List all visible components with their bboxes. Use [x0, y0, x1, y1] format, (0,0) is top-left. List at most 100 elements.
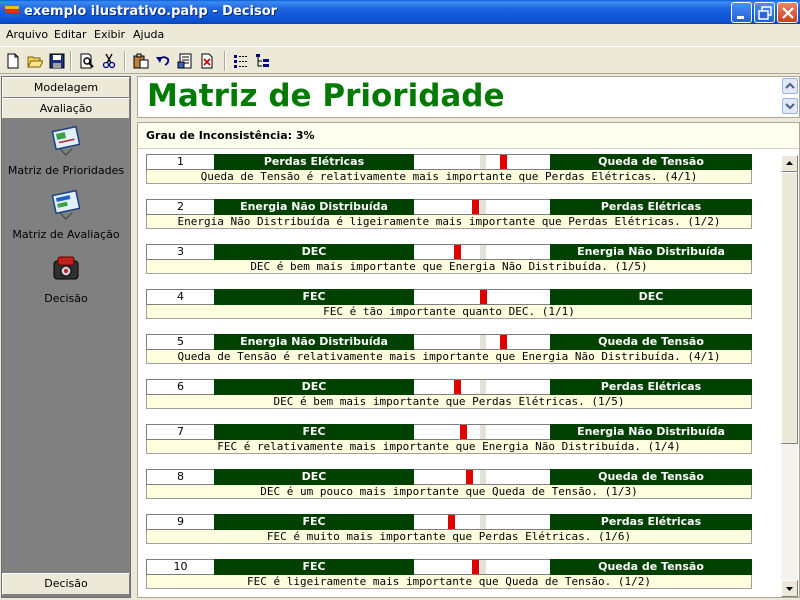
app-window: exemplo ilustrativo.pahp - Decisor Arqui…	[0, 0, 800, 600]
importance-scale-slider[interactable]	[414, 289, 550, 305]
comparison-header: 7 FEC Energia Não Distribuída	[146, 424, 752, 440]
arrow-down-icon	[786, 587, 793, 591]
comparison-description: FEC é muito mais importante que Perdas E…	[146, 530, 752, 544]
menu-arquivo[interactable]: Arquivo	[6, 28, 48, 41]
importance-scale-slider[interactable]	[414, 559, 550, 575]
scale-center-mark	[480, 155, 486, 169]
restore-button[interactable]	[754, 2, 775, 23]
title-bar[interactable]: exemplo ilustrativo.pahp - Decisor	[0, 0, 800, 24]
comparison-row: 9 FEC Perdas Elétricas FEC é muito mais imp…	[146, 514, 752, 544]
app-logo-icon	[5, 6, 19, 17]
importance-scale-slider[interactable]	[414, 154, 550, 170]
tree-view-icon	[256, 54, 269, 67]
scale-marker-handle[interactable]	[500, 155, 507, 169]
priority-matrix-panel: Grau de Inconsistência: 3% 1 Perdas Elétr…	[137, 122, 800, 598]
comparison-header: 8 DEC Queda de Tensão	[146, 469, 752, 485]
importance-scale-slider[interactable]	[414, 379, 550, 395]
scroll-down-button[interactable]	[781, 580, 798, 597]
comparison-description: Energia Não Distribuída é ligeiramente m…	[146, 215, 752, 229]
comparison-header: 2 Energia Não Distribuída Perdas Elétricas	[146, 199, 752, 215]
comparison-row: 1 Perdas Elétricas Queda de Tensão Queda de…	[146, 154, 752, 184]
importance-scale-slider[interactable]	[414, 514, 550, 530]
undo-button[interactable]	[152, 50, 174, 72]
scale-marker-handle[interactable]	[472, 200, 479, 214]
importance-scale-slider[interactable]	[414, 244, 550, 260]
comparison-description: FEC é relativamente mais importante que …	[146, 440, 752, 454]
minimize-button[interactable]	[731, 2, 752, 23]
criterion-left: Energia Não Distribuída	[214, 334, 414, 350]
delete-button[interactable]	[196, 50, 218, 72]
importance-scale-slider[interactable]	[414, 334, 550, 350]
comparison-header: 9 FEC Perdas Elétricas	[146, 514, 752, 530]
scale-marker-handle[interactable]	[466, 470, 473, 484]
properties-icon	[177, 53, 192, 69]
menu-exibir[interactable]: Exibir	[94, 28, 125, 41]
list-view-button[interactable]	[230, 50, 252, 72]
comparison-row: 8 DEC Queda de Tensão DEC é um pouco mais i…	[146, 469, 752, 499]
comparison-number: 2	[146, 199, 214, 215]
criterion-right: DEC	[550, 289, 752, 305]
tab-decisao[interactable]: Decisão	[2, 573, 130, 595]
tab-modelagem[interactable]: Modelagem	[2, 77, 130, 98]
criterion-left: DEC	[214, 469, 414, 485]
scale-marker-handle[interactable]	[448, 515, 455, 529]
criterion-left: FEC	[214, 424, 414, 440]
arrow-up-icon	[786, 161, 793, 165]
matrix-chart-icon	[51, 125, 81, 156]
menu-bar: Arquivo Editar Exibir Ajuda	[0, 24, 800, 44]
toolbar	[0, 46, 800, 74]
toolbar-separator	[224, 51, 226, 71]
criterion-left: DEC	[214, 379, 414, 395]
new-file-button[interactable]	[2, 50, 24, 72]
chevron-up-icon	[785, 82, 795, 89]
cut-button[interactable]	[98, 50, 120, 72]
scale-marker-handle[interactable]	[500, 335, 507, 349]
vertical-scrollbar[interactable]	[781, 155, 798, 597]
list-view-icon	[234, 55, 248, 68]
comparison-number: 10	[146, 559, 214, 575]
menu-ajuda[interactable]: Ajuda	[133, 28, 164, 41]
comparison-number: 1	[146, 154, 214, 170]
sidebar-item-label: Matriz de Avaliação	[12, 228, 120, 241]
scroll-thumb[interactable]	[781, 172, 798, 444]
scroll-up-button[interactable]	[781, 155, 798, 172]
criterion-left: DEC	[214, 244, 414, 260]
window-title: exemplo ilustrativo.pahp - Decisor	[24, 4, 278, 19]
delete-icon	[201, 53, 213, 69]
scale-marker-handle[interactable]	[454, 245, 461, 259]
importance-scale-slider[interactable]	[414, 469, 550, 485]
comparison-row: 7 FEC Energia Não Distribuída FEC é relativ…	[146, 424, 752, 454]
evaluation-matrix-icon	[51, 189, 81, 220]
scale-marker-handle[interactable]	[460, 425, 467, 439]
comparison-header: 10 FEC Queda de Tensão	[146, 559, 752, 575]
tab-avaliacao[interactable]: Avaliação	[2, 98, 130, 119]
close-button[interactable]	[777, 2, 798, 23]
scale-center-mark	[480, 425, 486, 439]
scale-marker-handle[interactable]	[454, 380, 461, 394]
criterion-left: FEC	[214, 289, 414, 305]
print-preview-button[interactable]	[76, 50, 98, 72]
scale-marker-handle[interactable]	[480, 290, 487, 304]
tree-view-button[interactable]	[252, 50, 274, 72]
inconsistency-bar: Grau de Inconsistência: 3%	[138, 123, 799, 149]
toolbar-separator	[70, 51, 72, 71]
properties-button[interactable]	[174, 50, 196, 72]
comparison-number: 8	[146, 469, 214, 485]
paste-button[interactable]	[130, 50, 152, 72]
criterion-left: FEC	[214, 559, 414, 575]
scale-center-mark	[480, 470, 486, 484]
save-button[interactable]	[46, 50, 68, 72]
open-button[interactable]	[24, 50, 46, 72]
importance-scale-slider[interactable]	[414, 424, 550, 440]
header-scroll-up-button[interactable]	[782, 78, 798, 94]
menu-editar[interactable]: Editar	[54, 28, 87, 41]
new-file-icon	[7, 53, 19, 69]
minimize-icon	[737, 16, 744, 19]
scale-marker-handle[interactable]	[472, 560, 479, 574]
chevron-down-icon	[785, 103, 795, 110]
header-scroll-down-button[interactable]	[782, 98, 798, 114]
close-icon	[782, 7, 794, 19]
comparison-number: 7	[146, 424, 214, 440]
undo-icon	[156, 56, 170, 66]
importance-scale-slider[interactable]	[414, 199, 550, 215]
